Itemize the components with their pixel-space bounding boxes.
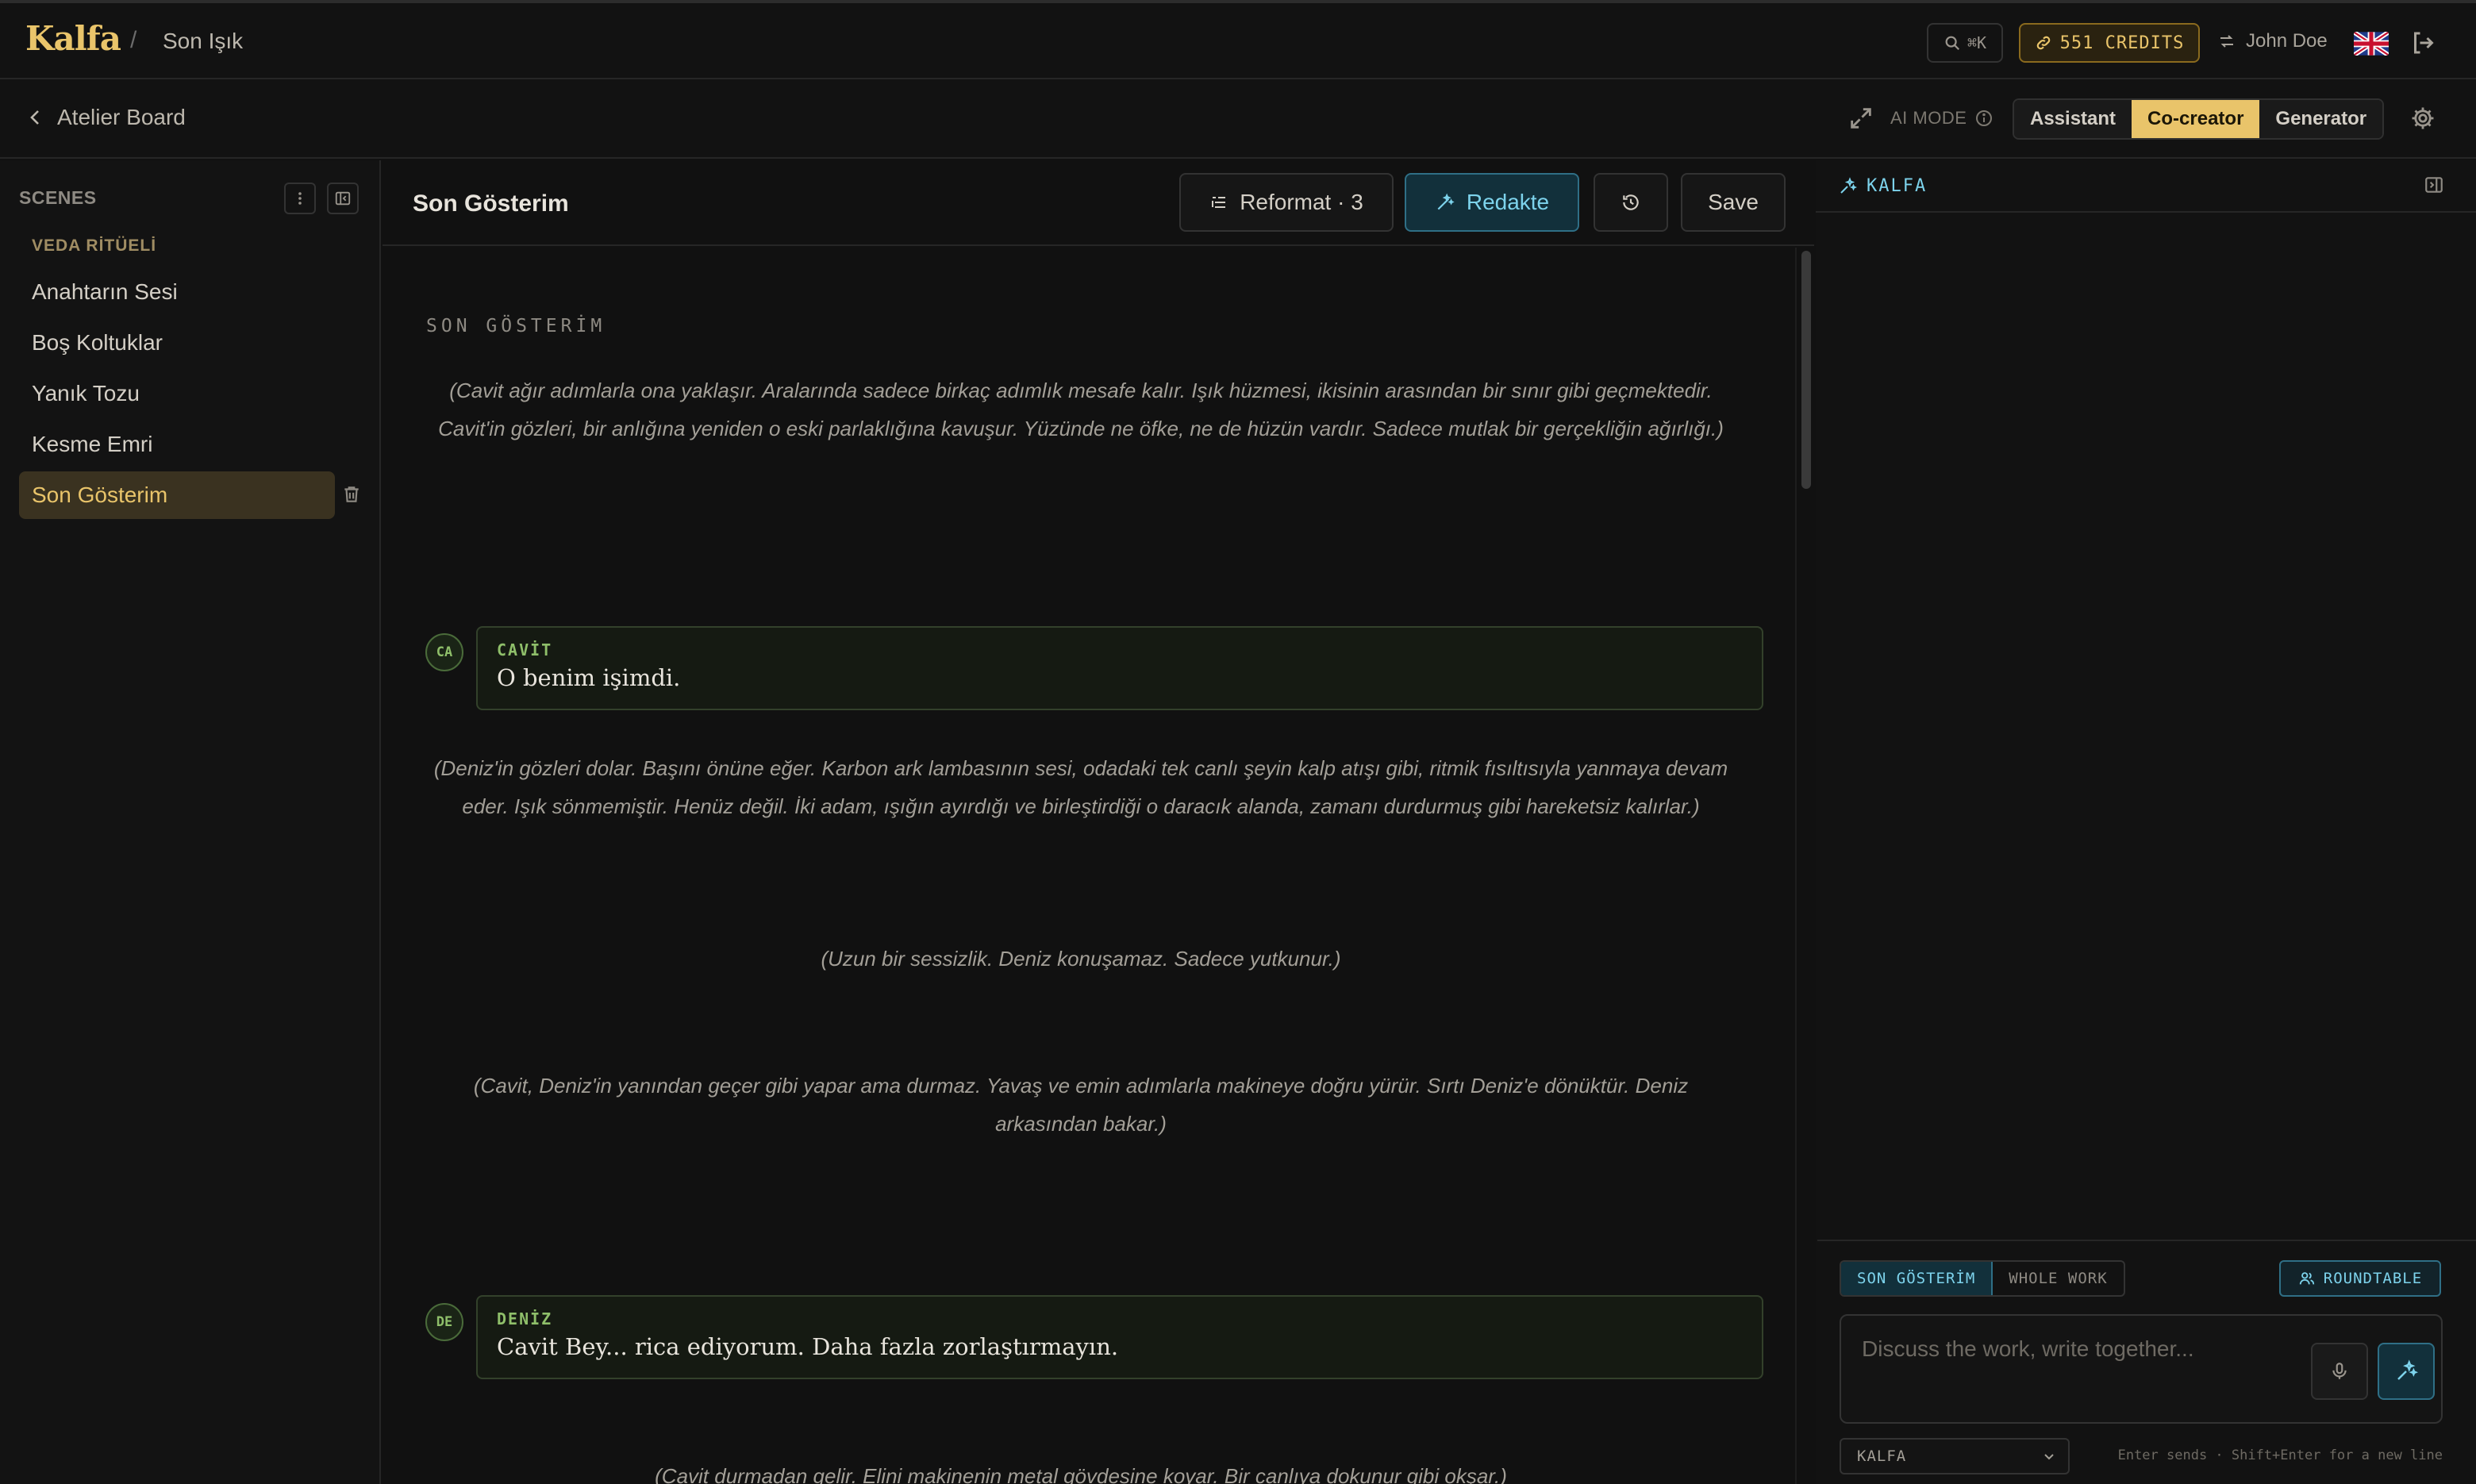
collapse-panel-icon[interactable]	[2424, 175, 2446, 197]
scene-item[interactable]: Anahtarın Sesi	[19, 268, 335, 316]
character-name: CAVİT	[497, 640, 553, 659]
mode-assistant[interactable]: Assistant	[2014, 100, 2132, 138]
kalfa-panel: KALFA SON GÖSTERİM WHOLE WORK ROUNDTABLE…	[1816, 160, 2476, 1484]
dialogue-line: O benim işimdi.	[497, 664, 681, 691]
switch-user-icon	[2220, 35, 2233, 48]
gear-icon[interactable]	[2409, 105, 2438, 133]
sub-bar: Atelier Board AI MODE Assistant Co-creat…	[0, 79, 2476, 159]
expand-icon[interactable]	[1847, 105, 1874, 132]
scene-item[interactable]: Boş Koltuklar	[19, 319, 335, 367]
editor-header: Son Gösterim Reformat · 3 Redakte Save	[383, 160, 1814, 246]
dialogue-line: Cavit Bey... rica ediyorum. Daha fazla z…	[497, 1333, 1119, 1360]
history-icon	[1623, 194, 1639, 210]
more-vertical-icon[interactable]	[284, 183, 316, 214]
character-name: DENİZ	[497, 1309, 553, 1328]
mic-button[interactable]	[2311, 1343, 2368, 1400]
editor-scrollbar[interactable]	[1795, 248, 1813, 1484]
collapse-sidebar-icon[interactable]	[327, 183, 359, 214]
roundtable-label: ROUNDTABLE	[2323, 1270, 2423, 1287]
save-button[interactable]: Save	[1681, 173, 1786, 232]
magic-wand-icon	[1437, 193, 1455, 210]
scope-scene[interactable]: SON GÖSTERİM	[1841, 1262, 1993, 1295]
back-label: Atelier Board	[57, 105, 186, 129]
mode-generator[interactable]: Generator	[2259, 100, 2383, 138]
search-button[interactable]: ⌘K	[1927, 23, 2003, 63]
dialogue-block[interactable]: DENİZ Cavit Bey... rica ediyorum. Daha f…	[476, 1295, 1763, 1379]
action-block[interactable]: (Cavit durmadan gelir. Elini makinenin m…	[430, 1457, 1732, 1484]
app-logo[interactable]: Kalfa	[25, 19, 121, 58]
scene-title: Son Gösterim	[413, 190, 569, 217]
redakte-label: Redakte	[1466, 190, 1550, 214]
redakte-button[interactable]: Redakte	[1405, 173, 1579, 232]
sparkle-send-icon	[2397, 1359, 2418, 1380]
breadcrumb-project[interactable]: Son Işık	[163, 29, 243, 54]
breadcrumb-separator: /	[130, 27, 137, 53]
ai-mode-switch: Assistant Co-creator Generator	[2013, 98, 2385, 140]
ai-mode-text: AI MODE	[1890, 108, 1967, 128]
chat-history[interactable]	[1816, 213, 2476, 1240]
logout-icon[interactable]	[2409, 29, 2438, 57]
user-name: John Doe	[2246, 30, 2328, 52]
action-block[interactable]: (Uzun bir sessizlik. Deniz konuşamaz. Sa…	[430, 940, 1732, 978]
action-block[interactable]: (Cavit ağır adımlarla ona yaklaşır. Aral…	[430, 371, 1732, 448]
credits-label: 551 CREDITS	[2059, 33, 2185, 53]
sparkle-icon	[1840, 176, 1857, 194]
top-bar: Kalfa / Son Işık ⌘K 551 CREDITS John Doe	[0, 0, 2476, 79]
history-button[interactable]	[1594, 173, 1668, 232]
composer-box	[1840, 1314, 2443, 1424]
script-document[interactable]: SON GÖSTERİM (Cavit ağır adımlarla ona y…	[383, 248, 1795, 1484]
panel-title-text: KALFA	[1867, 176, 1928, 196]
scenes-sidebar: SCENES VEDA RİTÜELİ Anahtarın Sesi Boş K…	[0, 160, 381, 1484]
scene-item[interactable]: Yanık Tozu	[19, 370, 335, 417]
microphone-icon	[2332, 1363, 2347, 1379]
mode-co-creator[interactable]: Co-creator	[2132, 100, 2260, 138]
search-shortcut: ⌘K	[1967, 33, 1987, 52]
scene-item-active[interactable]: Son Gösterim	[19, 471, 335, 519]
search-icon	[1945, 36, 1959, 51]
reformat-button[interactable]: Reformat · 3	[1179, 173, 1394, 232]
scope-whole-work[interactable]: WHOLE WORK	[1993, 1262, 2123, 1295]
uk-flag-icon[interactable]	[2354, 32, 2389, 56]
scene-group-label: VEDA RİTÜELİ	[32, 236, 157, 255]
scene-heading: SON GÖSTERİM	[426, 316, 606, 336]
script-editor: Son Gösterim Reformat · 3 Redakte Save S…	[383, 160, 1814, 1484]
chat-composer-area: SON GÖSTERİM WHOLE WORK ROUNDTABLE KALFA…	[1817, 1240, 2476, 1484]
sidebar-title: SCENES	[19, 187, 97, 208]
chevron-down-icon	[2044, 1454, 2054, 1460]
ai-mode-label: AI MODE	[1890, 108, 1993, 129]
panel-header: KALFA	[1816, 160, 2476, 213]
dialogue-block[interactable]: CAVİT O benim işimdi.	[476, 626, 1763, 710]
scene-item[interactable]: Kesme Emri	[19, 421, 335, 468]
trash-icon[interactable]	[341, 484, 363, 506]
list-icon	[1212, 197, 1226, 208]
action-block[interactable]: (Deniz'in gözleri dolar. Başını önüne eğ…	[430, 749, 1732, 825]
scrollbar-thumb[interactable]	[1801, 251, 1811, 489]
chat-input[interactable]	[1862, 1336, 2306, 1362]
model-value: KALFA	[1857, 1447, 1907, 1465]
users-icon	[2299, 1272, 2314, 1285]
link-icon	[2036, 36, 2050, 50]
send-button[interactable]	[2378, 1343, 2435, 1400]
send-hint: Enter sends · Shift+Enter for a new line	[2117, 1447, 2443, 1463]
model-select[interactable]: KALFA	[1840, 1438, 2070, 1474]
action-block[interactable]: (Cavit, Deniz'in yanından geçer gibi yap…	[430, 1067, 1732, 1143]
roundtable-button[interactable]: ROUNDTABLE	[2279, 1260, 2441, 1297]
credits-badge[interactable]: 551 CREDITS	[2019, 23, 2200, 63]
user-menu[interactable]: John Doe	[2217, 30, 2328, 52]
panel-title: KALFA	[1838, 176, 1927, 196]
back-link[interactable]: Atelier Board	[27, 105, 186, 130]
chevron-left-icon	[30, 110, 39, 125]
scope-switch: SON GÖSTERİM WHOLE WORK	[1840, 1260, 2125, 1297]
info-icon[interactable]	[1974, 109, 1993, 128]
character-avatar: CA	[425, 633, 463, 671]
character-avatar: DE	[425, 1303, 463, 1341]
reformat-label: Reformat · 3	[1240, 190, 1363, 214]
